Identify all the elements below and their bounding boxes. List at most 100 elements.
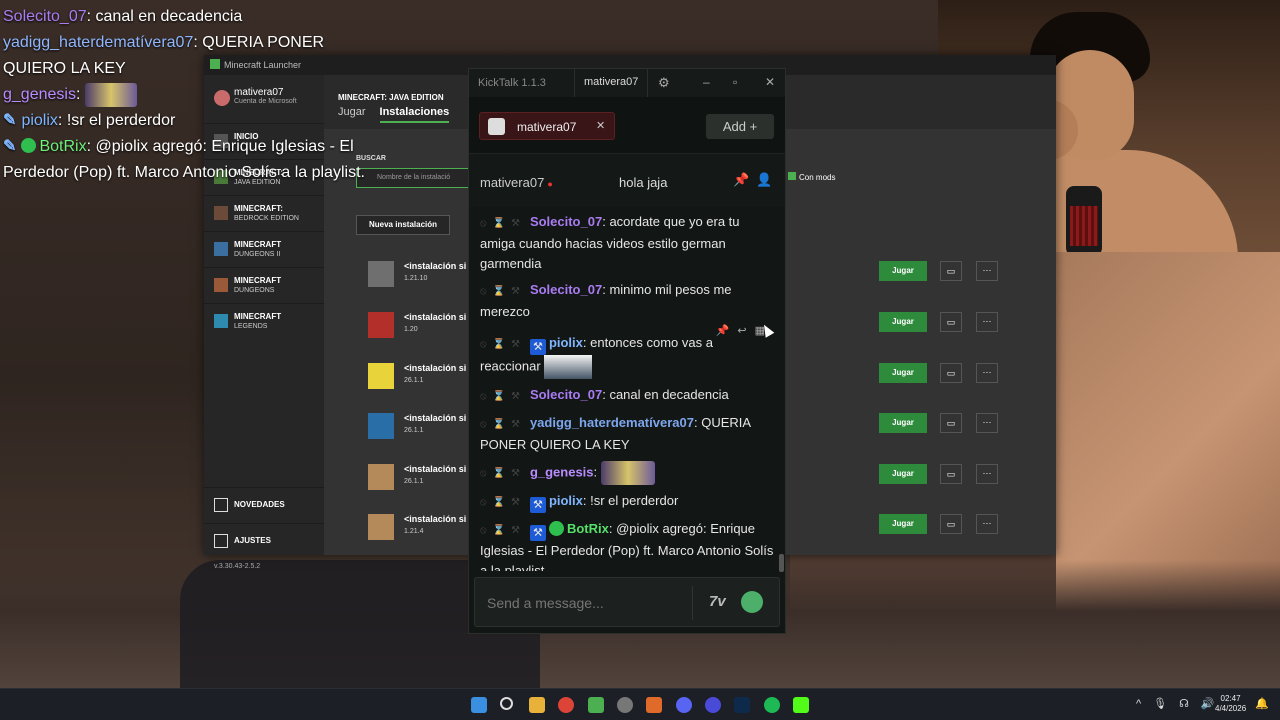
minecraft-icon[interactable] — [588, 697, 604, 713]
chat-username[interactable]: yadigg_haterdematívera07 — [530, 415, 694, 430]
chat-message: ⦸⌛⚒ yadigg_haterdematívera07: QUERIA PONE… — [480, 415, 751, 452]
more-icon[interactable]: ··· — [976, 464, 998, 484]
pin-icon[interactable]: 📌 — [733, 172, 749, 188]
install-name: <instalación si — [404, 312, 467, 322]
maximize-icon[interactable]: ▫ — [733, 75, 737, 89]
user-list-icon[interactable]: 👤 — [756, 172, 772, 188]
chat-username[interactable]: Solecito_07 — [530, 214, 602, 229]
play-button[interactable]: Jugar — [879, 413, 927, 433]
vpn-icon[interactable] — [705, 697, 721, 713]
mod-actions-icon[interactable]: ⦸⌛⚒ — [480, 218, 526, 229]
more-icon[interactable]: ··· — [976, 514, 998, 534]
more-icon[interactable]: ··· — [976, 261, 998, 281]
folder-icon[interactable]: ▭ — [940, 413, 962, 433]
play-button[interactable]: Jugar — [879, 514, 927, 534]
folder-icon[interactable]: ▭ — [940, 464, 962, 484]
sidebar-item-dungeons[interactable]: MINECRAFT DUNGEONS — [204, 267, 324, 303]
chrome-icon[interactable] — [558, 697, 574, 713]
gear-icon[interactable]: ⚙ — [658, 75, 670, 91]
play-button[interactable]: Jugar — [879, 464, 927, 484]
channel-name: mativera07 ● — [480, 175, 553, 190]
clock-date: 4/4/2026 — [1215, 704, 1247, 713]
sidebar-item-news[interactable]: NOVEDADES — [204, 487, 324, 523]
settings-icon — [214, 534, 228, 548]
chat-username[interactable]: g_genesis — [530, 464, 594, 479]
message-input[interactable] — [487, 595, 687, 611]
folder-icon[interactable]: ▭ — [940, 312, 962, 332]
more-icon[interactable]: ··· — [976, 413, 998, 433]
system-tray[interactable]: ^🎙☊🔊 — [1136, 697, 1227, 710]
play-button[interactable]: Jugar — [879, 261, 927, 281]
stream-chat-message: Solecito_07: canal en decadencia — [3, 4, 373, 30]
chat-username[interactable]: Solecito_07 — [530, 282, 602, 297]
start-icon[interactable] — [471, 697, 487, 713]
notification-bell-icon[interactable]: 🔔 — [1255, 697, 1269, 710]
add-chat-button[interactable]: Add + — [706, 114, 774, 139]
chat-username: Solecito_07 — [3, 8, 87, 25]
stream-chat-overlay: Solecito_07: canal en decadencia yadigg_… — [3, 4, 373, 186]
emote-picker-icon[interactable] — [741, 591, 763, 613]
folder-icon[interactable]: ▭ — [940, 261, 962, 281]
discord-icon[interactable] — [676, 697, 692, 713]
chat-text: : — [75, 86, 81, 103]
minimize-icon[interactable]: – — [703, 75, 710, 89]
folder-icon[interactable]: ▭ — [940, 363, 962, 383]
search-icon[interactable] — [500, 697, 513, 710]
install-name: <instalación si — [404, 464, 467, 474]
emote-image — [84, 82, 137, 107]
mod-actions-icon[interactable]: ⦸⌛⚒ — [480, 497, 526, 508]
news-icon — [214, 498, 228, 512]
kicktalk-tabbar: mativera07 ✕ Add + — [469, 97, 785, 153]
sidebar-item-sub: DUNGEONS II — [234, 251, 281, 258]
close-tab-icon[interactable]: ✕ — [596, 119, 605, 132]
chat-username[interactable]: Solecito_07 — [530, 387, 602, 402]
photoshop-icon[interactable] — [734, 697, 750, 713]
sidebar-item-legends[interactable]: MINECRAFT LEGENDS — [204, 303, 324, 339]
scrollbar[interactable] — [779, 554, 784, 572]
blue-block-icon — [368, 413, 394, 439]
new-install-button[interactable]: Nueva instalación — [356, 215, 450, 235]
obs-icon[interactable] — [617, 697, 633, 713]
chat-username[interactable]: BotRix — [567, 521, 609, 536]
mod-actions-icon[interactable]: ⦸⌛⚒ — [480, 339, 526, 350]
chat-text: canal en decadencia — [609, 387, 729, 402]
clock-time: 02:47 — [1220, 694, 1241, 703]
tab-mativera07[interactable]: mativera07 ✕ — [479, 112, 615, 140]
mod-actions-icon[interactable]: ⦸⌛⚒ — [480, 419, 526, 430]
play-button[interactable]: Jugar — [879, 363, 927, 383]
stream-chat-message: ✎ BotRix: @piolix agregó: Enrique Iglesi… — [3, 134, 373, 186]
chat-username: g_genesis — [3, 86, 76, 103]
search-input[interactable]: Nombre de la instalació — [356, 168, 476, 188]
file-explorer-icon[interactable] — [529, 697, 545, 713]
play-button[interactable]: Jugar — [879, 312, 927, 332]
pin-message-icon[interactable]: 📌 — [716, 325, 738, 337]
kicktalk-icon[interactable] — [793, 697, 809, 713]
more-icon[interactable]: ··· — [976, 312, 998, 332]
tab-instalaciones[interactable]: Instalaciones — [379, 106, 450, 123]
folder-icon[interactable]: ▭ — [940, 514, 962, 534]
chat-username: piolix — [21, 112, 58, 129]
mods-filter[interactable]: Con mods — [788, 172, 835, 182]
sidebar-item-bedrock[interactable]: MINECRAFT: BEDROCK EDITION — [204, 195, 324, 231]
reply-icon[interactable]: ↩ — [737, 325, 754, 337]
chat-username[interactable]: piolix — [549, 335, 583, 350]
checkbox[interactable] — [788, 172, 796, 180]
seventv-emote-icon[interactable]: 7v — [709, 593, 726, 610]
mod-actions-icon[interactable]: ⦸⌛⚒ — [480, 525, 526, 536]
sidebar-item-dungeons-2[interactable]: MINECRAFT DUNGEONS II — [204, 231, 324, 267]
brave-icon[interactable] — [646, 697, 662, 713]
clock[interactable]: 02:47 4/4/2026 — [1215, 694, 1246, 714]
chat-username[interactable]: piolix — [549, 493, 583, 508]
stream-chat-message: g_genesis: — [3, 82, 373, 108]
sidebar-item-settings[interactable]: AJUSTES — [204, 523, 324, 559]
mod-actions-icon[interactable]: ⦸⌛⚒ — [480, 391, 526, 402]
more-icon[interactable]: ··· — [976, 363, 998, 383]
stream-title: hola jaja — [619, 175, 668, 190]
mod-actions-icon[interactable]: ⦸⌛⚒ — [480, 468, 526, 479]
spotify-icon[interactable] — [764, 697, 780, 713]
mod-actions-icon[interactable]: ⦸⌛⚒ — [480, 286, 526, 297]
chat-message: ⦸⌛⚒ ⚒ piolix: !sr el perderdor — [480, 493, 679, 513]
moderator-badge-icon: ⚒ — [529, 339, 546, 355]
close-icon[interactable]: ✕ — [765, 75, 775, 89]
titlebar-user[interactable]: mativera07 — [574, 69, 649, 97]
